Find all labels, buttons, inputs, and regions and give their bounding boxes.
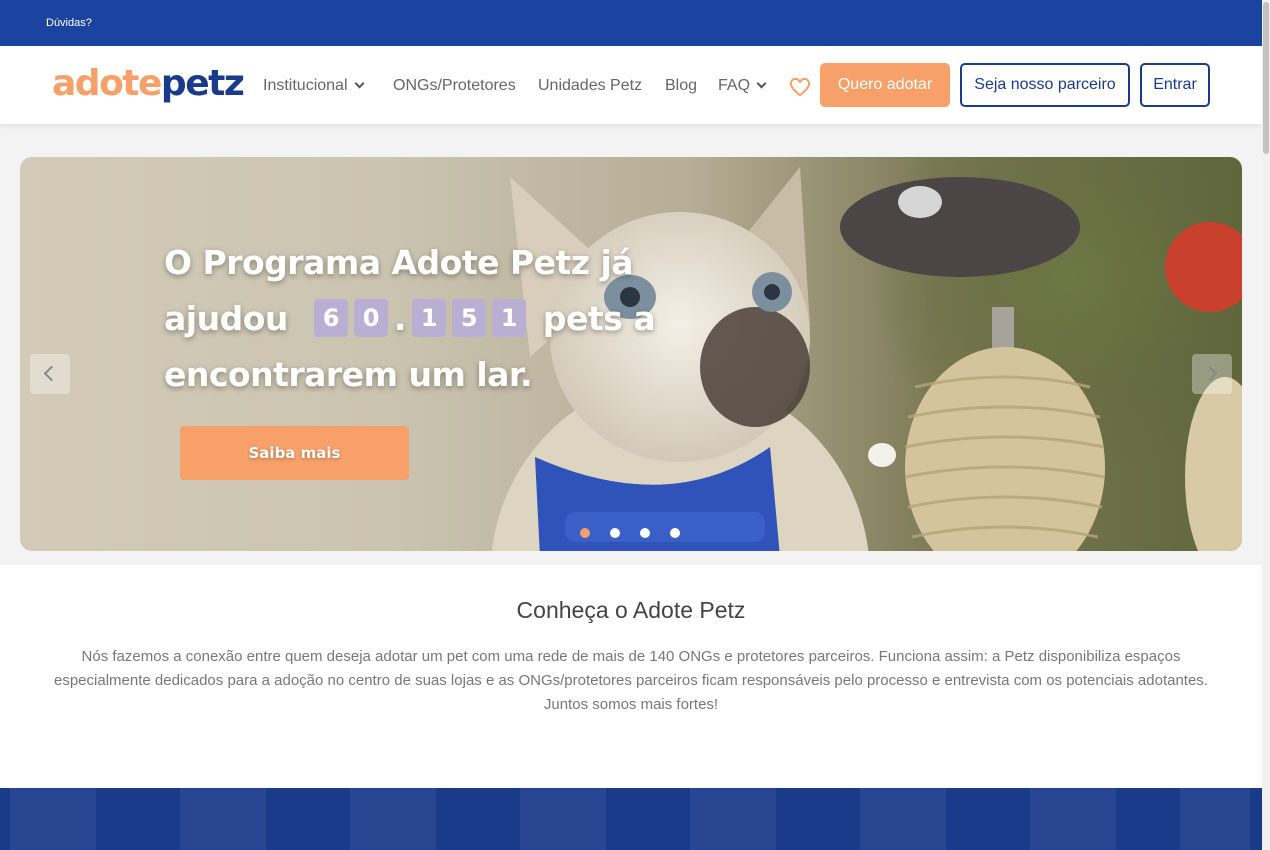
hero-carousel: O Programa Adote Petz já ajudou 60.151 p… xyxy=(20,157,1242,551)
main-navbar: adotepetz Institucional ONGs/Protetores … xyxy=(0,46,1262,124)
pet-photo-tile xyxy=(520,788,606,850)
hero-title-pets-a: pets a xyxy=(542,299,656,338)
hero-title-line2: ajudou 60.151 pets a xyxy=(164,291,664,347)
counter-digit: 1 xyxy=(411,298,446,337)
hero-title-ajudou: ajudou xyxy=(164,299,288,338)
heart-icon[interactable] xyxy=(789,77,811,97)
pet-photo-tile xyxy=(180,788,266,850)
counter-digit: 6 xyxy=(313,298,348,337)
carousel-dot-3[interactable] xyxy=(640,528,650,538)
about-section: Conheça o Adote Petz Nós fazemos a conex… xyxy=(0,565,1262,788)
scrollbar-thumb[interactable] xyxy=(1263,2,1269,154)
top-bar: Dúvidas? xyxy=(0,0,1262,46)
carousel-dot-4[interactable] xyxy=(670,528,680,538)
pet-photo-tile xyxy=(690,788,776,850)
chevron-down-icon xyxy=(756,78,767,89)
counter-digit: 0 xyxy=(353,298,388,337)
learn-more-button[interactable]: Saiba mais xyxy=(180,426,409,480)
nav-item-unidades-petz[interactable]: Unidades Petz xyxy=(538,76,642,96)
counter-separator: . xyxy=(393,299,407,338)
chevron-down-icon xyxy=(354,78,364,89)
chevron-right-icon xyxy=(1201,365,1218,382)
carousel-prev-button[interactable] xyxy=(30,354,70,394)
nav-item-label: Institucional xyxy=(263,77,348,94)
nav-item-label: ONGs/Protetores xyxy=(393,77,516,94)
login-button[interactable]: Entrar xyxy=(1140,63,1210,107)
adopt-button[interactable]: Quero adotar xyxy=(820,63,950,107)
nav-item-ongs-protetores[interactable]: ONGs/Protetores xyxy=(393,76,516,96)
nav-item-faq[interactable]: FAQ xyxy=(718,76,767,96)
help-link[interactable]: Dúvidas? xyxy=(46,17,92,29)
nav-item-blog[interactable]: Blog xyxy=(665,76,697,96)
nav-item-institucional[interactable]: Institucional xyxy=(263,76,364,96)
chevron-left-icon xyxy=(43,365,60,382)
site-logo[interactable]: adotepetz xyxy=(52,62,245,106)
hero-title: O Programa Adote Petz já ajudou 60.151 p… xyxy=(164,235,664,403)
pet-photo-tile xyxy=(350,788,436,850)
hero-title-line3: encontrarem um lar. xyxy=(164,355,533,394)
counter-digit: 1 xyxy=(491,298,526,337)
carousel-dot-2[interactable] xyxy=(610,528,620,538)
hero-title-line1: O Programa Adote Petz já xyxy=(164,243,634,282)
nav-item-label: Blog xyxy=(665,77,698,94)
pets-photo-band xyxy=(0,788,1262,850)
nav-item-label: Unidades Petz xyxy=(538,77,643,94)
pet-photo-tile xyxy=(1180,788,1250,850)
nav-item-label: FAQ xyxy=(718,77,751,94)
counter-digit: 5 xyxy=(451,298,486,337)
logo-part-adote: adote xyxy=(52,63,162,104)
pet-photo-tile xyxy=(10,788,96,850)
partner-button[interactable]: Seja nosso parceiro xyxy=(960,63,1130,107)
carousel-next-button[interactable] xyxy=(1192,354,1232,394)
carousel-dot-1[interactable] xyxy=(580,528,590,538)
about-text: Nós fazemos a conexão entre quem deseja … xyxy=(54,648,1208,713)
about-title: Conheça o Adote Petz xyxy=(516,597,746,623)
pet-photo-tile xyxy=(860,788,946,850)
pet-photo-tile xyxy=(1030,788,1116,850)
logo-part-petz: petz xyxy=(160,63,245,104)
